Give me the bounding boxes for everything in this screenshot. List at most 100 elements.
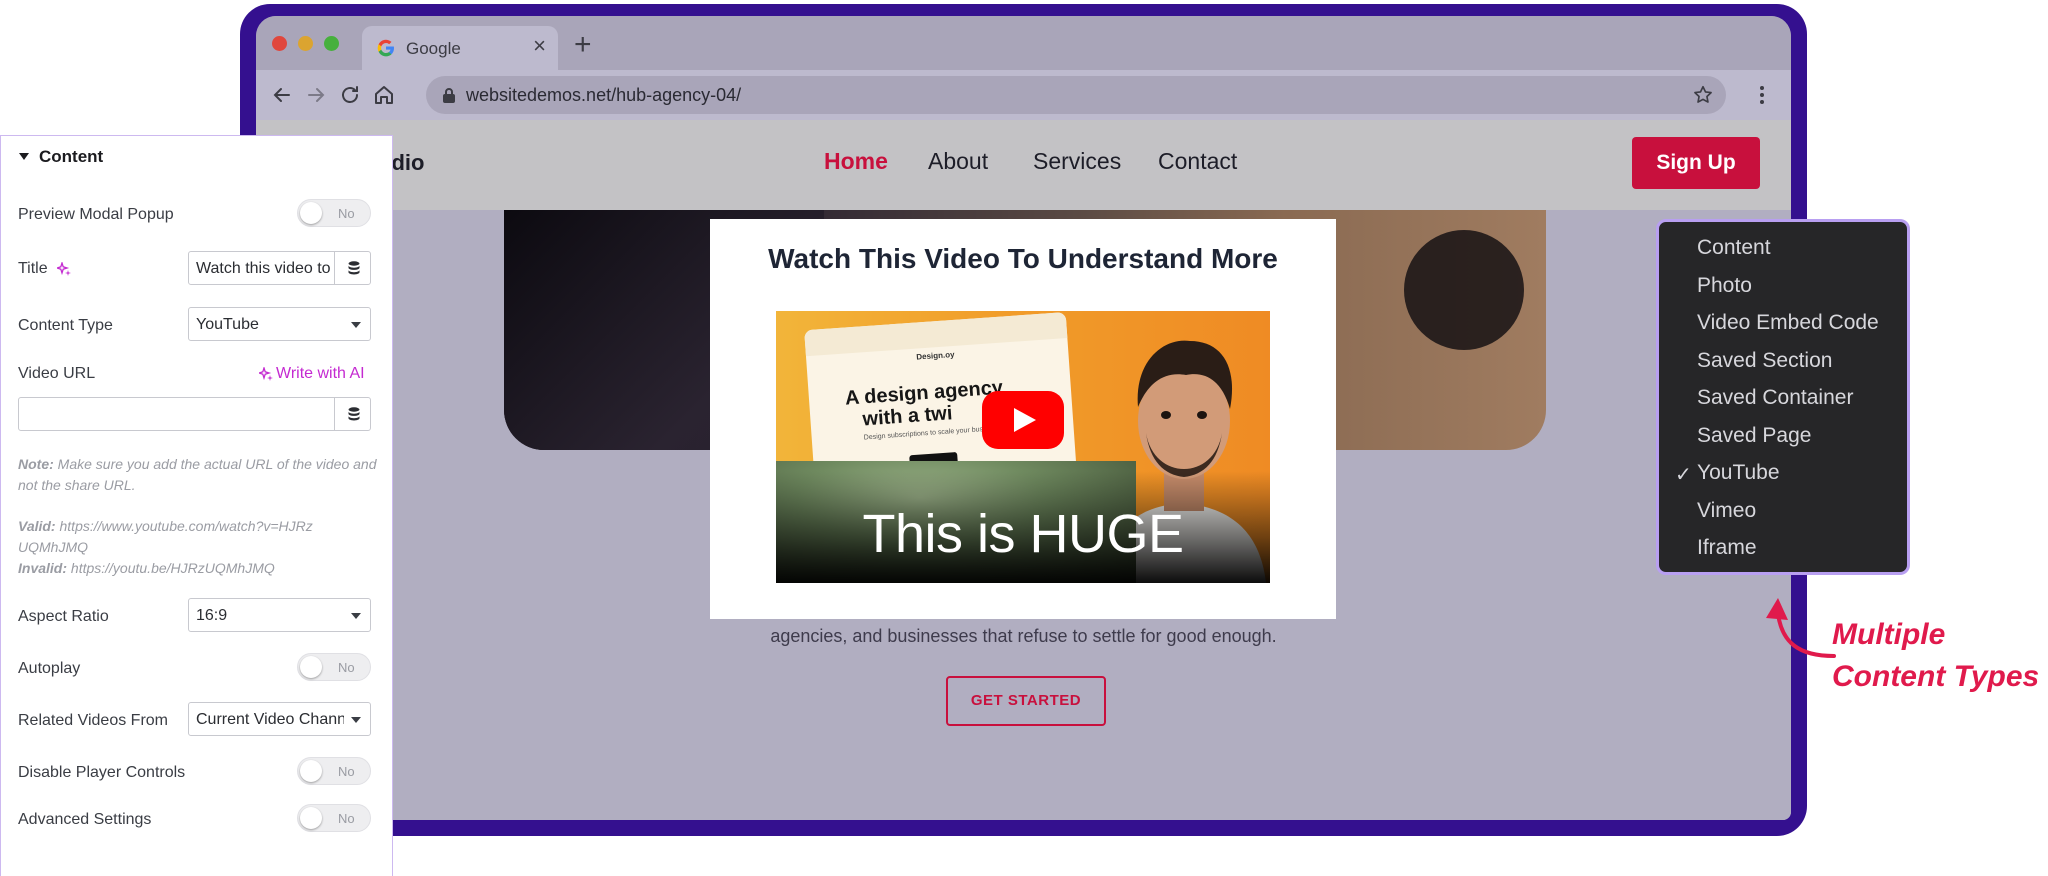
aspect-ratio-value: 16:9	[196, 607, 228, 624]
toggle-knob	[300, 202, 322, 224]
thumbnail-logo: Design.oy	[916, 349, 955, 362]
annotation-line1: Multiple	[1832, 618, 1946, 651]
thumbnail-card-bar	[804, 312, 1068, 357]
content-type-label: Content Type	[18, 317, 113, 334]
bookmark-star-icon[interactable]	[1692, 84, 1714, 106]
get-started-button[interactable]: GET STARTED	[946, 676, 1106, 726]
chevron-down-icon	[351, 613, 361, 619]
forward-arrow-icon[interactable]	[304, 83, 328, 107]
related-videos-value: Current Video Channel	[196, 711, 344, 728]
note-label: Note:	[18, 456, 54, 472]
minimize-window-button[interactable]	[298, 36, 313, 51]
browser-toolbar: websitedemos.net/hub-agency-04/	[256, 70, 1791, 120]
browser-menu-icon[interactable]	[1750, 83, 1774, 107]
title-input[interactable]: Watch this video to	[188, 251, 371, 285]
toggle-state: No	[338, 811, 355, 826]
aspect-ratio-select[interactable]: 16:9	[188, 598, 371, 632]
tab-title: Google	[406, 39, 461, 58]
dropdown-item-saved-page[interactable]: Saved Page	[1697, 424, 1811, 448]
invalid-url-example: Invalid: https://youtu.be/HJRzUQMhJMQ	[18, 558, 378, 579]
advanced-settings-label: Advanced Settings	[18, 811, 152, 828]
maximize-window-button[interactable]	[324, 36, 339, 51]
toggle-knob	[300, 656, 322, 678]
valid-url-example: Valid: https://www.youtube.com/watch?v=H…	[18, 516, 318, 558]
nav-about[interactable]: About	[928, 148, 988, 175]
advanced-settings-toggle[interactable]: No	[297, 804, 371, 832]
sign-up-button[interactable]: Sign Up	[1632, 137, 1760, 189]
title-input-value: Watch this video to	[196, 260, 330, 277]
ai-sparkle-icon[interactable]	[259, 367, 273, 381]
dropdown-item-video-embed-code[interactable]: Video Embed Code	[1697, 311, 1879, 335]
write-with-ai-link[interactable]: Write with AI	[276, 365, 365, 383]
video-url-input[interactable]	[18, 397, 371, 431]
close-window-button[interactable]	[272, 36, 287, 51]
close-tab-icon[interactable]: ×	[533, 35, 546, 57]
checkmark-icon: ✓	[1675, 464, 1692, 486]
lock-icon	[443, 88, 455, 103]
title-dynamic-tags-button[interactable]	[334, 251, 371, 285]
tab-bar: Google × +	[256, 16, 1791, 70]
home-icon[interactable]	[372, 83, 396, 107]
note-text: Make sure you add the actual URL of the …	[18, 456, 377, 493]
preview-modal-label: Preview Modal Popup	[18, 206, 174, 223]
video-url-label: Video URL	[18, 365, 96, 382]
content-type-value: YouTube	[196, 316, 259, 333]
settings-panel: Content Preview Modal Popup No Title Wat…	[0, 135, 393, 876]
dropdown-item-content[interactable]: Content	[1697, 236, 1771, 260]
nav-home[interactable]: Home	[824, 148, 888, 175]
autoplay-toggle[interactable]: No	[297, 653, 371, 681]
disable-controls-toggle[interactable]: No	[297, 757, 371, 785]
toggle-state: No	[338, 660, 355, 675]
dropdown-item-vimeo[interactable]: Vimeo	[1697, 499, 1756, 523]
dropdown-item-saved-section[interactable]: Saved Section	[1697, 349, 1832, 373]
autoplay-label: Autoplay	[18, 660, 81, 677]
aspect-ratio-label: Aspect Ratio	[18, 608, 109, 625]
url-text: websitedemos.net/hub-agency-04/	[466, 85, 742, 105]
ai-sparkle-icon[interactable]	[57, 262, 71, 276]
back-arrow-icon[interactable]	[270, 83, 294, 107]
dropdown-item-photo[interactable]: Photo	[1697, 274, 1752, 298]
collapse-caret-icon[interactable]	[19, 153, 29, 160]
invalid-url-text: https://youtu.be/HJRzUQMhJMQ	[70, 560, 275, 576]
section-title[interactable]: Content	[39, 147, 103, 167]
video-caption: This is HUGE	[862, 504, 1184, 564]
chevron-down-icon	[351, 322, 361, 328]
dropdown-item-saved-container[interactable]: Saved Container	[1697, 386, 1853, 410]
content-type-select[interactable]: YouTube	[188, 307, 371, 341]
google-icon	[377, 39, 394, 57]
database-icon	[348, 407, 360, 421]
address-bar[interactable]: websitedemos.net/hub-agency-04/	[426, 76, 1726, 114]
play-icon	[1014, 408, 1036, 432]
hero-description: agencies, and businesses that refuse to …	[770, 626, 1277, 646]
new-tab-button[interactable]: +	[574, 30, 592, 60]
title-label: Title	[18, 260, 48, 277]
valid-url-text: https://www.youtube.com/watch?v=HJRzUQMh…	[18, 518, 313, 555]
youtube-play-button[interactable]	[982, 391, 1064, 449]
browser-tab[interactable]: Google ×	[362, 26, 558, 70]
hero-image-object	[1404, 230, 1524, 350]
related-videos-select[interactable]: Current Video Channel	[188, 702, 371, 736]
modal-title: Watch This Video To Understand More	[768, 243, 1278, 274]
dropdown-item-youtube[interactable]: YouTube	[1697, 461, 1780, 485]
video-url-note: Note: Make sure you add the actual URL o…	[18, 454, 378, 496]
nav-services[interactable]: Services	[1033, 148, 1121, 175]
video-player[interactable]: Design.oy A design agency with a twi Des…	[776, 311, 1270, 583]
annotation-arrow-icon	[1766, 598, 1836, 658]
annotation-line2: Content Types	[1832, 660, 2040, 693]
nav-contact[interactable]: Contact	[1158, 148, 1237, 175]
toggle-state: No	[338, 764, 355, 779]
preview-modal-toggle[interactable]: No	[297, 199, 371, 227]
database-icon	[348, 261, 360, 275]
stage: Google × + websitedemos.net/hub-agency-0…	[0, 0, 2048, 876]
annotation-text: Multiple Content Types	[1832, 614, 2039, 698]
video-url-dynamic-tags-button[interactable]	[334, 397, 371, 431]
video-modal: Watch This Video To Understand More Desi…	[710, 219, 1336, 619]
related-videos-label: Related Videos From	[18, 712, 168, 729]
dropdown-item-iframe[interactable]: Iframe	[1697, 536, 1757, 560]
toggle-knob	[300, 760, 322, 782]
toggle-knob	[300, 807, 322, 829]
disable-controls-label: Disable Player Controls	[18, 764, 186, 781]
reload-icon[interactable]	[338, 83, 362, 107]
chevron-down-icon	[351, 717, 361, 723]
site-header: udio Home About Services Contact Sign Up	[256, 120, 1791, 210]
